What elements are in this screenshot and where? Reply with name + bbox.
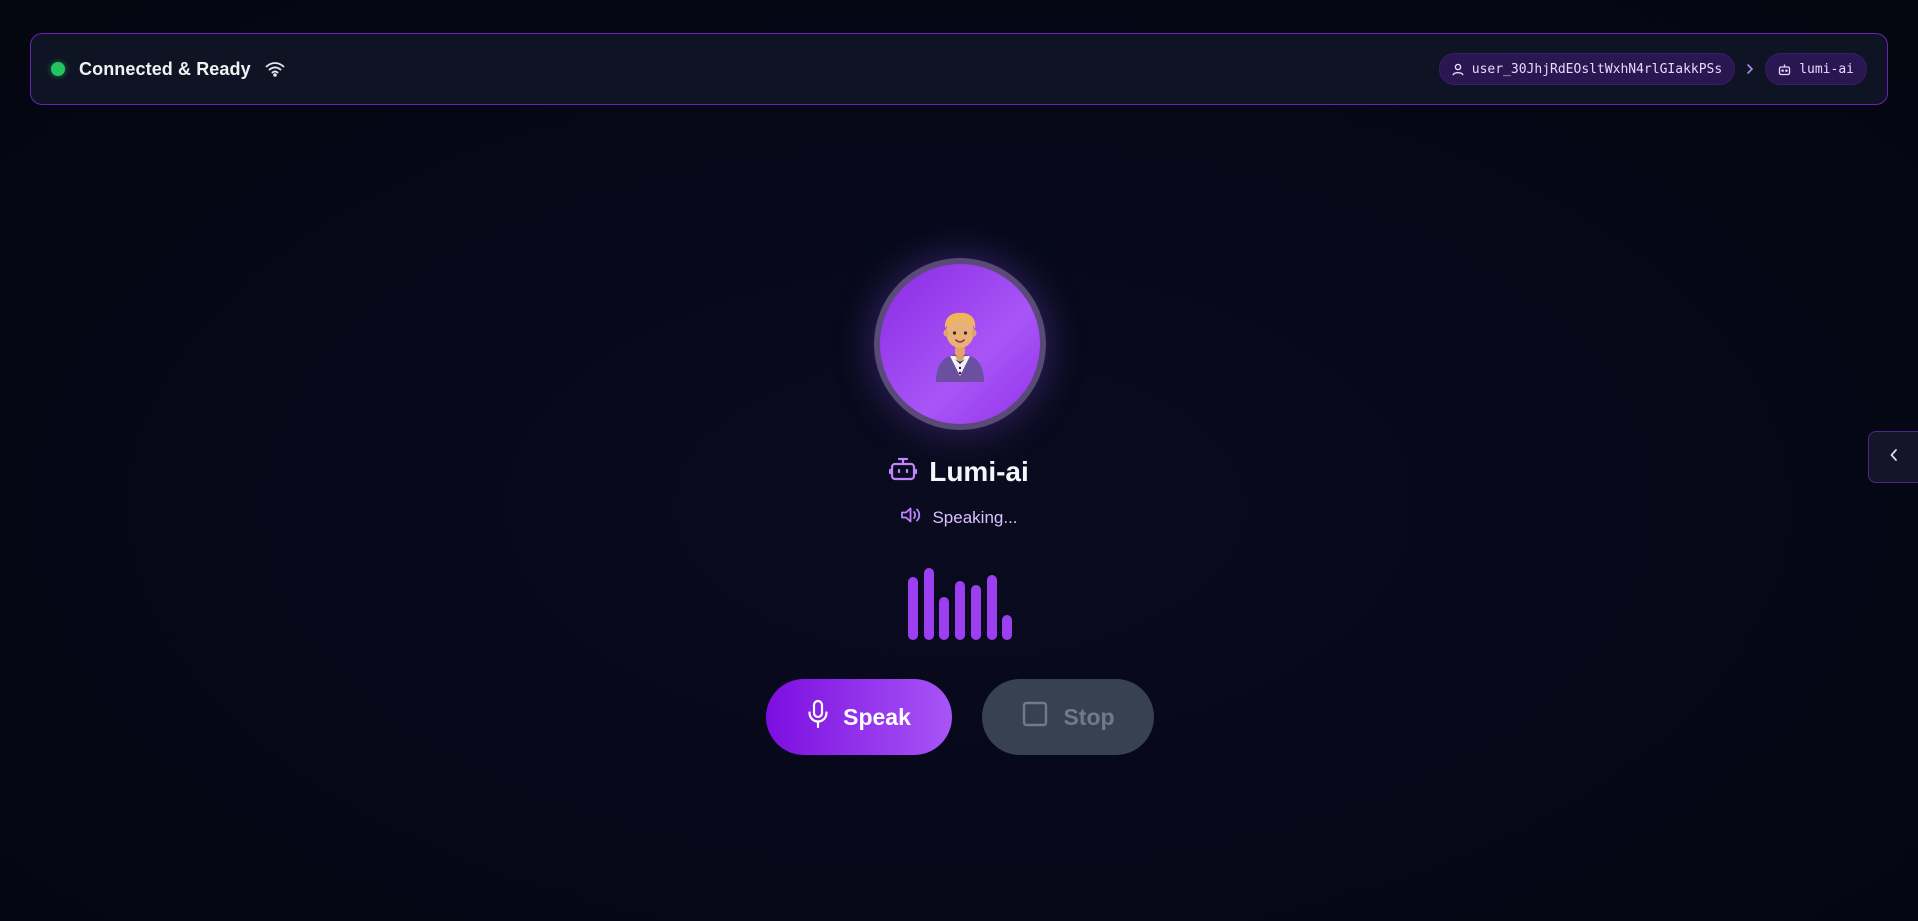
agent-chip-label: lumi-ai [1799,61,1854,77]
chevron-right-icon [1745,63,1755,75]
user-icon [1452,63,1464,76]
agent-chip[interactable]: lumi-ai [1765,53,1867,85]
bot-icon [1778,63,1791,76]
wifi-icon [265,61,285,77]
audio-level-bar [1002,615,1013,640]
status-indicator-dot [51,62,65,76]
status-text: Connected & Ready [79,58,251,79]
user-id-chip[interactable]: user_30JhjRdEOsltWxhN4rlGIakkPSs [1438,53,1736,85]
agent-state: Speaking... [0,506,1918,529]
speak-button-label: Speak [843,703,911,730]
audio-level-bar [939,597,950,640]
session-breadcrumb: user_30JhjRdEOsltWxhN4rlGIakkPSs lumi-ai [1438,53,1867,85]
audio-level-bar [923,568,934,640]
stop-button[interactable]: Stop [982,679,1154,755]
stop-button-label: Stop [1063,703,1115,730]
audio-level-bar [986,575,997,640]
audio-visualizer [908,568,1013,640]
speak-button[interactable]: Speak [766,679,952,755]
audio-level-bar [908,577,918,640]
stop-square-icon [1021,700,1049,734]
audio-level-bar [970,585,981,640]
microphone-icon [807,699,829,735]
side-panel-toggle[interactable] [1868,431,1918,483]
connection-status: Connected & Ready [51,59,285,80]
audio-level-bar [955,581,966,640]
agent-name: Lumi-ai [929,455,1029,487]
agent-title: Lumi-ai [0,455,1918,488]
chevron-left-icon [1889,448,1899,467]
bot-icon [889,455,918,488]
speaker-icon [900,506,922,529]
avatar-figure [936,312,984,382]
agent-state-text: Speaking... [932,507,1018,527]
agent-avatar [874,258,1046,430]
top-status-bar: Connected & Ready user_30JhjRdEOsltWxhN4… [30,33,1888,105]
user-id-label: user_30JhjRdEOsltWxhN4rlGIakkPSs [1471,61,1723,77]
